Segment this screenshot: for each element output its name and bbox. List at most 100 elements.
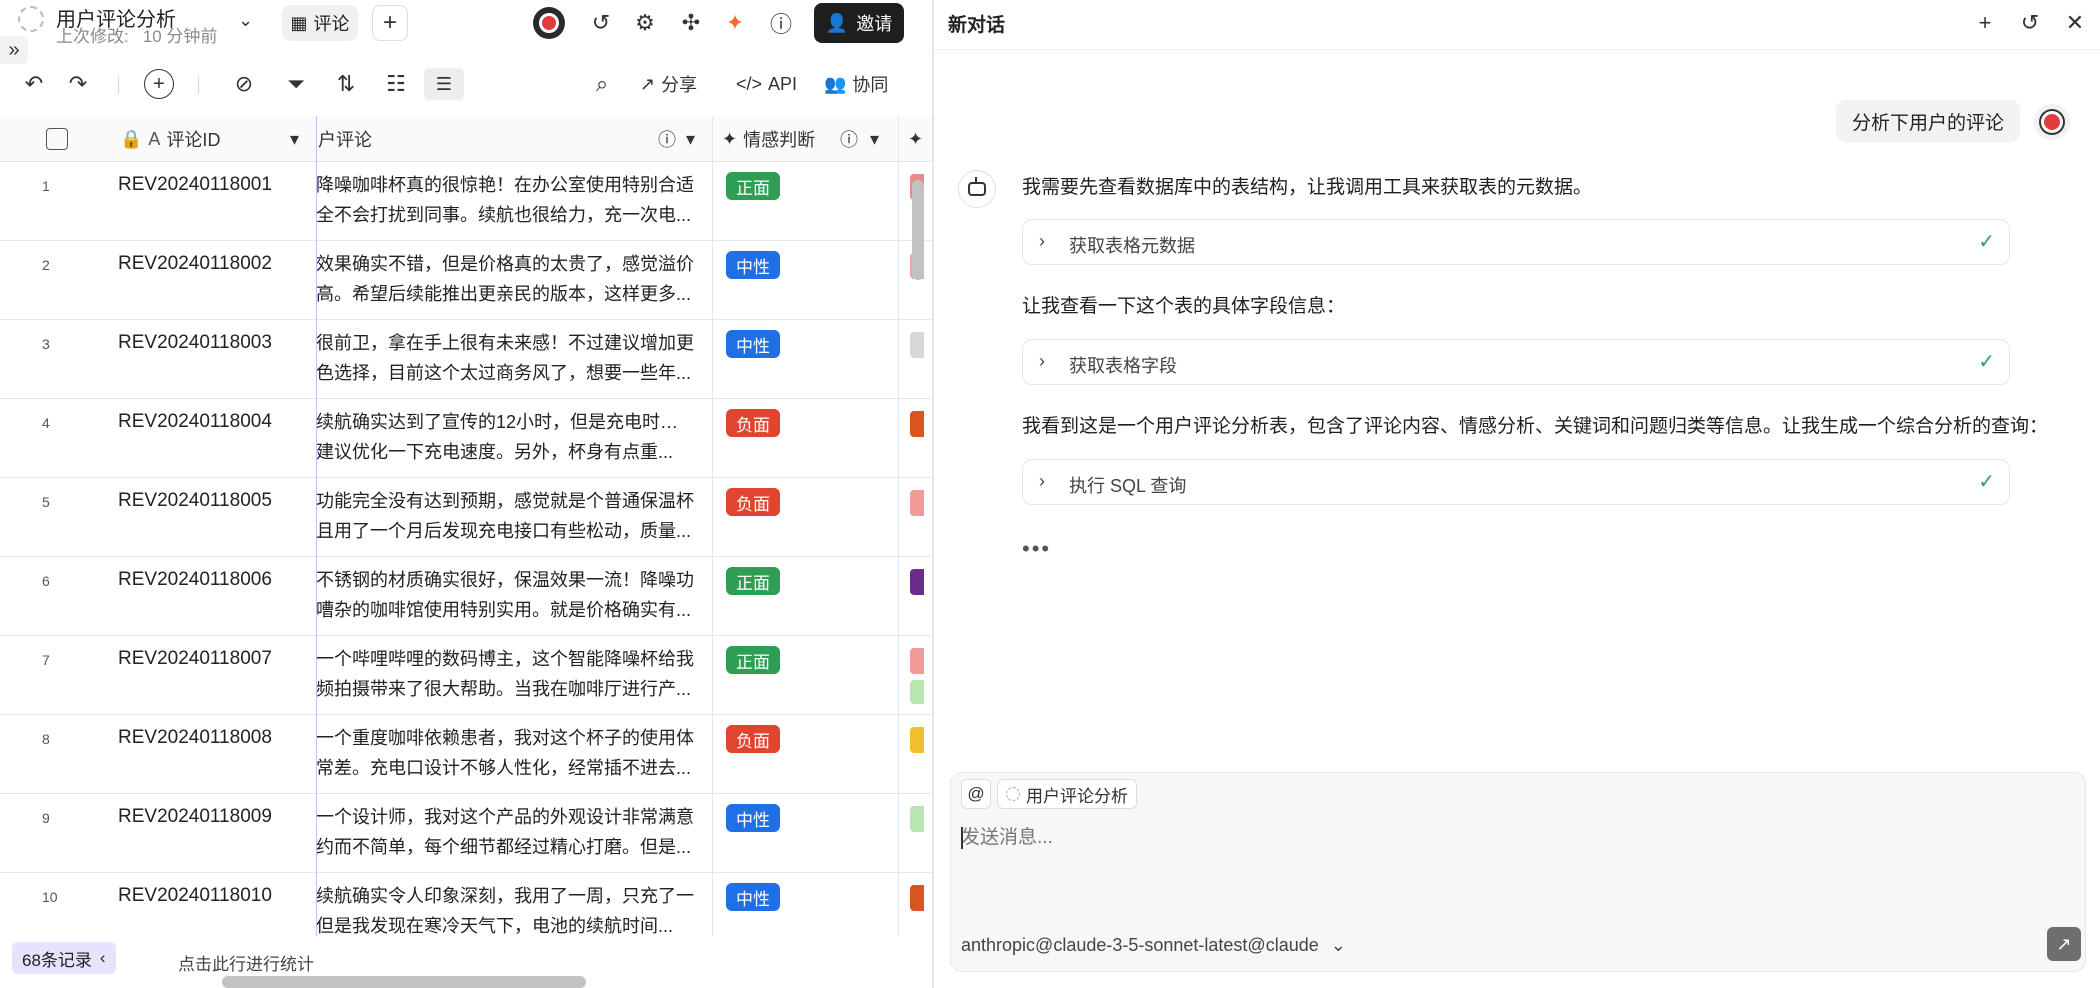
frozen-column-divider[interactable] bbox=[316, 116, 317, 936]
sentiment-tag[interactable]: 正面 bbox=[726, 172, 780, 200]
review-id[interactable]: REV20240118003 bbox=[118, 332, 272, 354]
hide-fields-icon[interactable]: ⊘ bbox=[228, 68, 260, 100]
column-header-id[interactable]: 🔒 A 评论ID bbox=[120, 116, 220, 162]
redo-icon[interactable]: ↷ bbox=[62, 68, 94, 100]
send-button[interactable]: ↗ bbox=[2047, 927, 2081, 961]
sentiment-tag[interactable]: 负面 bbox=[726, 488, 780, 516]
add-record-button[interactable]: + bbox=[144, 68, 174, 100]
review-comment[interactable]: 一个哔哩哔哩的数码博主，这个智能降噪杯给我 频拍摄带来了很大帮助。当我在咖啡厅进行… bbox=[316, 644, 696, 704]
search-icon[interactable]: ⌕ bbox=[586, 68, 618, 100]
sort-icon[interactable]: ⇅ bbox=[330, 68, 362, 100]
sentiment-tag[interactable]: 正面 bbox=[726, 646, 780, 674]
info-icon[interactable]: ⓘ bbox=[840, 116, 858, 162]
row-number: 6 bbox=[42, 573, 50, 589]
chevron-down-icon[interactable]: ▾ bbox=[290, 116, 299, 162]
table-row[interactable]: 7 REV20240118007 一个哔哩哔哩的数码博主，这个智能降噪杯给我 频拍摄带… bbox=[0, 636, 932, 715]
chevron-down-icon[interactable]: ▾ bbox=[686, 116, 695, 162]
chevron-down-icon[interactable]: ▾ bbox=[870, 116, 879, 162]
share-button[interactable]: ↗ 分享 bbox=[640, 68, 697, 100]
model-selector[interactable]: anthropic@claude-3-5-sonnet-latest@claud… bbox=[961, 935, 1346, 956]
chevron-down-icon: ⌄ bbox=[1330, 935, 1346, 955]
select-all-checkbox[interactable] bbox=[46, 116, 68, 162]
review-comment[interactable]: 不锈钢的材质确实很好，保温效果一流！降噪功 嘈杂的咖啡馆使用特别实用。就是价格确实… bbox=[316, 565, 696, 625]
sentiment-tag[interactable]: 负面 bbox=[726, 725, 780, 753]
review-id[interactable]: REV20240118007 bbox=[118, 648, 272, 670]
tool-call-card[interactable]: › 获取表格字段 ✓ bbox=[1022, 339, 2010, 385]
review-id[interactable]: REV20240118006 bbox=[118, 569, 272, 591]
group-icon[interactable]: ☷ bbox=[380, 68, 412, 100]
table-row[interactable]: 1 REV20240118001 降噪咖啡杯真的很惊艳！在办公室使用特别合适 全不会打… bbox=[0, 162, 932, 241]
column-header-comment[interactable]: 户评论 bbox=[318, 116, 372, 162]
table-row[interactable]: 9 REV20240118009 一个设计师，我对这个产品的外观设计非常满意 约而不简… bbox=[0, 794, 932, 873]
tool-call-card[interactable]: › 执行 SQL 查询 ✓ bbox=[1022, 459, 2010, 505]
app-logo-icon bbox=[18, 6, 44, 32]
comment-line: 但是我发现在寒冷天气下，电池的续航时间... bbox=[316, 916, 674, 936]
gear-icon[interactable]: ⚙ bbox=[630, 8, 660, 38]
invite-button[interactable]: 👤 邀请 bbox=[814, 3, 904, 43]
table-row[interactable]: 4 REV20240118004 续航确实达到了宣传的12小时，但是充电时间太 建议优… bbox=[0, 399, 932, 478]
review-id[interactable]: REV20240118001 bbox=[118, 174, 272, 196]
sentiment-tag[interactable]: 中性 bbox=[726, 251, 780, 279]
avatar[interactable] bbox=[533, 7, 565, 39]
context-chip[interactable]: 用户评论分析 bbox=[997, 779, 1137, 809]
table-row[interactable]: 8 REV20240118008 一个重度咖啡依赖患者，我对这个杯子的使用体 常差。充… bbox=[0, 715, 932, 794]
stat-hint[interactable]: 点击此行进行统计 bbox=[178, 950, 314, 975]
review-id[interactable]: REV20240118009 bbox=[118, 806, 272, 828]
column-divider bbox=[898, 116, 899, 936]
send-icon: ↗ bbox=[2056, 933, 2072, 954]
ai-sparkle-icon[interactable]: ✦ bbox=[720, 8, 750, 38]
review-id[interactable]: REV20240118002 bbox=[118, 253, 272, 275]
history-icon[interactable]: ↺ bbox=[2015, 8, 2045, 38]
review-comment[interactable]: 一个设计师，我对这个产品的外观设计非常满意 约而不简单，每个细节都经过精心打磨。但… bbox=[316, 802, 696, 862]
new-chat-icon[interactable]: + bbox=[1970, 8, 2000, 38]
sentiment-tag[interactable]: 正面 bbox=[726, 567, 780, 595]
sentiment-tag[interactable]: 中性 bbox=[726, 330, 780, 358]
review-id[interactable]: REV20240118010 bbox=[118, 885, 272, 907]
review-comment[interactable]: 很前卫，拿在手上很有未来感！不过建议增加更 色选择，目前这个太过商务风了，想要一些… bbox=[316, 328, 696, 388]
review-id[interactable]: REV20240118004 bbox=[118, 411, 272, 433]
api-button[interactable]: </> API bbox=[736, 68, 797, 100]
review-id[interactable]: REV20240118005 bbox=[118, 490, 272, 512]
tab-comments[interactable]: ▦ 评论 bbox=[282, 5, 358, 41]
sentiment-tag[interactable]: 中性 bbox=[726, 883, 780, 911]
chat-title: 新对话 bbox=[948, 15, 1006, 36]
vertical-scrollbar[interactable] bbox=[912, 180, 924, 280]
record-count-badge[interactable]: 68条记录 ‹ bbox=[12, 942, 116, 974]
collab-button[interactable]: 👥 协同 bbox=[824, 68, 888, 100]
filter-icon[interactable]: ⏷ bbox=[280, 68, 312, 100]
help-icon[interactable]: ⓘ bbox=[766, 8, 796, 38]
review-comment[interactable]: 效果确实不错，但是价格真的太贵了，感觉溢价 高。希望后续能推出更亲民的版本，这样更… bbox=[316, 249, 696, 309]
plugin-icon[interactable]: ✣ bbox=[676, 8, 706, 38]
toolbar-divider bbox=[198, 76, 199, 94]
chevron-down-icon[interactable]: ⌄ bbox=[238, 10, 253, 31]
mention-button[interactable]: @ bbox=[961, 779, 991, 809]
table-row[interactable]: 6 REV20240118006 不锈钢的材质确实很好，保温效果一流！降噪功 嘈杂的咖… bbox=[0, 557, 932, 636]
next-column-tag bbox=[910, 648, 924, 674]
message-input[interactable] bbox=[961, 823, 2061, 853]
horizontal-scrollbar[interactable] bbox=[222, 976, 586, 988]
review-comment[interactable]: 一个重度咖啡依赖患者，我对这个杯子的使用体 常差。充电口设计不够人性化，经常插不进… bbox=[316, 723, 696, 783]
table-row[interactable]: 5 REV20240118005 功能完全没有达到预期，感觉就是个普通保温杯 且用了一… bbox=[0, 478, 932, 557]
review-id[interactable]: REV20240118008 bbox=[118, 727, 272, 749]
sentiment-tag[interactable]: 负面 bbox=[726, 409, 780, 437]
close-icon[interactable]: ✕ bbox=[2060, 8, 2090, 38]
row-height-icon[interactable]: ☰ bbox=[424, 68, 464, 100]
tool-call-card[interactable]: › 获取表格元数据 ✓ bbox=[1022, 219, 2010, 265]
table-row[interactable]: 2 REV20240118002 效果确实不错，但是价格真的太贵了，感觉溢价 高。希望… bbox=[0, 241, 932, 320]
column-header-sentiment[interactable]: ✦ 情感判断 bbox=[722, 116, 815, 162]
grid-footer: 68条记录 ‹ 点击此行进行统计 bbox=[0, 936, 932, 988]
info-icon[interactable]: ⓘ bbox=[658, 116, 676, 162]
table-row[interactable]: 10 REV20240118010 续航确实令人印象深刻，我用了一周，只充了一 但是我… bbox=[0, 873, 932, 936]
history-icon[interactable]: ↺ bbox=[586, 8, 616, 38]
add-tab-button[interactable]: + bbox=[372, 5, 408, 41]
table-row[interactable]: 3 REV20240118003 很前卫，拿在手上很有未来感！不过建议增加更 色选择，… bbox=[0, 320, 932, 399]
ai-sparkle-icon: ✦ bbox=[908, 128, 924, 149]
row-number: 8 bbox=[42, 731, 50, 747]
review-comment[interactable]: 功能完全没有达到预期，感觉就是个普通保温杯 且用了一个月后发现充电接口有些松动，质… bbox=[316, 486, 696, 546]
review-comment[interactable]: 续航确实令人印象深刻，我用了一周，只充了一 但是我发现在寒冷天气下，电池的续航时间… bbox=[316, 881, 696, 936]
review-comment[interactable]: 降噪咖啡杯真的很惊艳！在办公室使用特别合适 全不会打扰到同事。续航也很给力，充一次… bbox=[316, 170, 696, 230]
undo-icon[interactable]: ↶ bbox=[18, 68, 50, 100]
review-comment[interactable]: 续航确实达到了宣传的12小时，但是充电时间太 建议优化一下充电速度。另外，杯身有点… bbox=[316, 407, 696, 467]
sentiment-tag[interactable]: 中性 bbox=[726, 804, 780, 832]
expand-sidebar-icon[interactable]: » bbox=[0, 36, 28, 64]
